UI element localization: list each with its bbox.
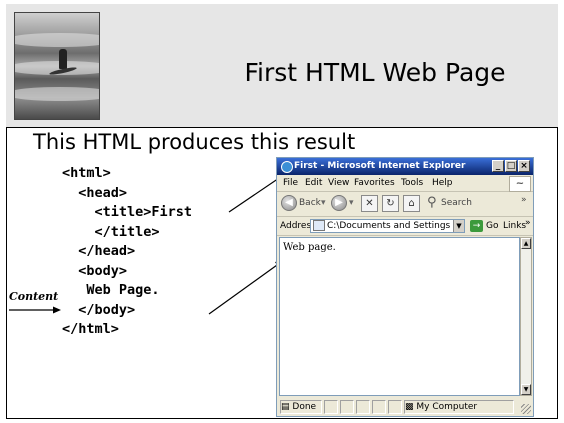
status-done: ▤ Done: [280, 400, 322, 414]
links-button[interactable]: Links: [503, 217, 526, 235]
done-page-icon: ▤: [281, 402, 290, 412]
stop-icon[interactable]: ✕: [361, 195, 378, 212]
menu-favorites[interactable]: Favorites: [354, 175, 395, 191]
status-cell: [388, 400, 402, 414]
scroll-up-icon[interactable]: ▲: [521, 238, 531, 249]
computer-icon: ▩: [405, 402, 414, 412]
resize-grip-icon[interactable]: [521, 404, 531, 414]
minimize-button[interactable]: _: [492, 160, 504, 172]
body-arrow: [208, 259, 285, 315]
status-cell: [372, 400, 386, 414]
back-dropdown-icon[interactable]: ▾: [321, 198, 326, 208]
vertical-scrollbar[interactable]: ▲ ▼: [520, 237, 532, 396]
status-bar: ▤ Done ▩ My Computer: [277, 398, 533, 416]
page-viewport[interactable]: Web page.: [279, 237, 520, 396]
address-bar: Address C:\Documents and Settings ▼ → Go…: [277, 217, 533, 236]
menu-bar: File Edit View Favorites Tools Help: [277, 175, 533, 192]
browser-title: First - Microsoft Internet Explorer: [294, 161, 466, 171]
menu-file[interactable]: File: [283, 175, 298, 191]
toolbar: ◀ Back ▾ ▶ ▾ ✕ ↻ ⌂ ⚲ Search »: [277, 192, 533, 217]
ie-icon: [281, 161, 293, 173]
address-dropdown-icon[interactable]: ▼: [453, 220, 464, 232]
address-input[interactable]: C:\Documents and Settings ▼: [310, 219, 465, 233]
status-cell: [356, 400, 370, 414]
status-zone: ▩ My Computer: [404, 400, 514, 414]
maximize-button[interactable]: □: [505, 160, 517, 172]
status-done-text: Done: [292, 402, 317, 412]
menu-view[interactable]: View: [328, 175, 349, 191]
status-zone-text: My Computer: [416, 402, 478, 412]
home-icon[interactable]: ⌂: [403, 195, 420, 212]
go-arrow-icon[interactable]: →: [470, 220, 483, 232]
forward-arrow-icon[interactable]: ▶: [331, 195, 347, 211]
status-cell: [324, 400, 338, 414]
search-button[interactable]: Search: [441, 198, 472, 208]
address-value: C:\Documents and Settings: [327, 221, 451, 231]
page-text: Web page.: [283, 242, 336, 253]
toolbar-chevron-icon[interactable]: »: [521, 195, 527, 205]
close-button[interactable]: ×: [518, 160, 530, 172]
search-icon[interactable]: ⚲: [427, 195, 437, 210]
back-arrow-icon[interactable]: ◀: [281, 195, 297, 211]
go-button[interactable]: Go: [486, 217, 498, 235]
menu-help[interactable]: Help: [432, 175, 453, 191]
links-chevron-icon[interactable]: »: [525, 214, 531, 232]
back-button[interactable]: Back: [299, 198, 321, 208]
forward-dropdown-icon[interactable]: ▾: [349, 198, 354, 208]
browser-title-bar[interactable]: First - Microsoft Internet Explorer _ □ …: [277, 158, 533, 175]
menu-tools[interactable]: Tools: [401, 175, 423, 191]
scroll-down-icon[interactable]: ▼: [521, 384, 531, 395]
browser-window: First - Microsoft Internet Explorer _ □ …: [276, 157, 534, 417]
menu-edit[interactable]: Edit: [305, 175, 322, 191]
windows-logo-icon: ~: [509, 176, 531, 192]
page-icon: [313, 220, 325, 231]
refresh-icon[interactable]: ↻: [382, 195, 399, 212]
status-cell: [340, 400, 354, 414]
